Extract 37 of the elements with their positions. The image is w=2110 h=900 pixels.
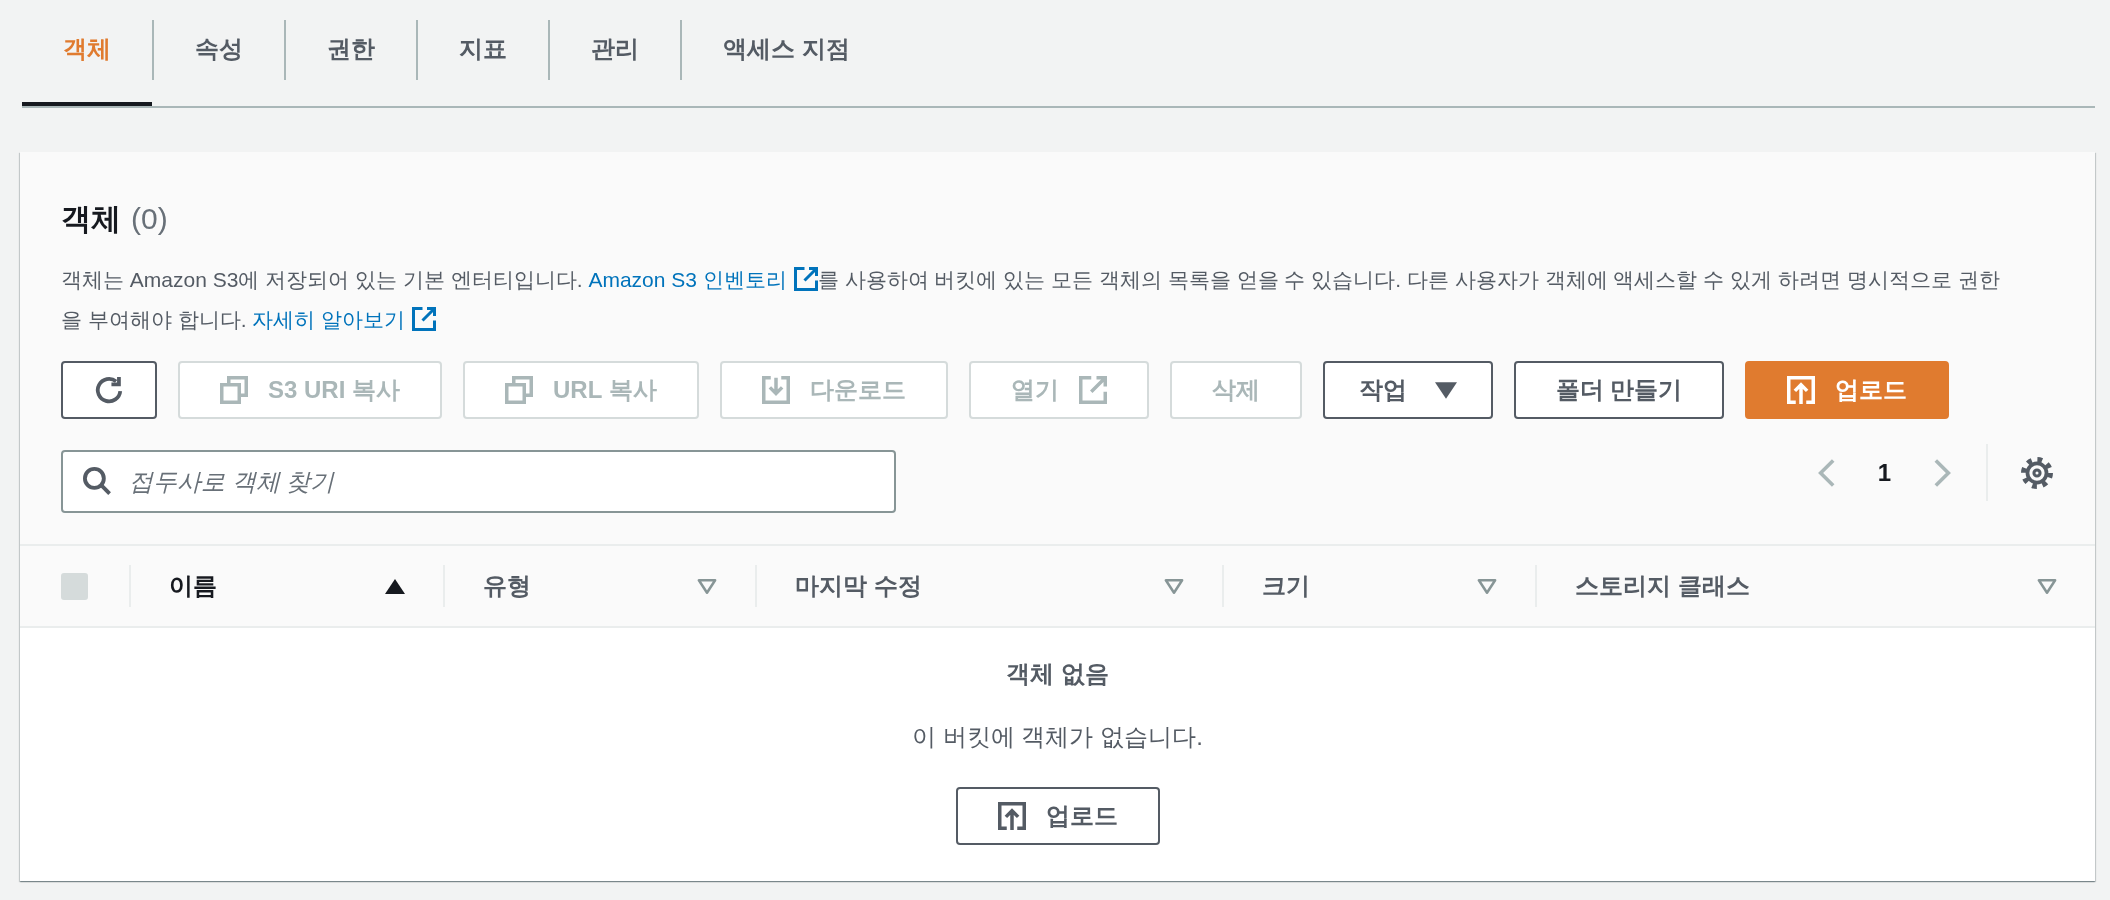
column-header[interactable]: 크기 xyxy=(1224,546,1535,626)
panel-title: 객체 xyxy=(61,201,121,237)
upload-icon xyxy=(1787,376,1816,404)
chevron-left-icon xyxy=(1816,457,1835,488)
inventory-link[interactable]: Amazon S3 인벤토리 xyxy=(588,260,818,300)
search-icon xyxy=(83,467,111,495)
copy-icon xyxy=(505,376,534,404)
copy-icon xyxy=(220,376,248,404)
download-icon xyxy=(761,376,790,404)
column-header[interactable]: 마지막 수정 xyxy=(757,546,1222,626)
tab[interactable]: 권한 xyxy=(286,2,416,106)
chevron-right-icon xyxy=(1934,457,1952,488)
upload-button[interactable]: 업로드 xyxy=(955,787,1160,845)
tab[interactable]: 관리 xyxy=(550,2,680,106)
caret-down-icon xyxy=(1434,381,1457,399)
description-text: 객체는 Amazon S3에 저장되어 있는 기본 엔터티입니다. Amazon S3 인벤토리 를 사용하여 버킷에 있는 모든 객체의 목록을 얻을 수 있습니다. 다른 사용자가 객체에 액세스할 수 있게 하려면 명시적으로 권한을 부여해야 합니다. 자세히 알아보기 xyxy=(61,260,2009,340)
external-link-icon xyxy=(1078,376,1107,404)
tab[interactable]: 속성 xyxy=(154,2,284,106)
tab[interactable]: 액세스 지점 xyxy=(682,2,891,106)
column-header[interactable]: 이름 xyxy=(131,546,443,626)
empty-state-title: 객체 없음 xyxy=(1006,659,1109,689)
actions-dropdown[interactable]: 작업 xyxy=(1322,361,1493,419)
upload-icon xyxy=(997,802,1026,830)
column-header[interactable]: 유형 xyxy=(445,546,755,626)
page-number[interactable]: 1 xyxy=(1869,456,1899,489)
search-field[interactable]: 접두사로 객체 찾기 xyxy=(61,450,896,513)
empty-state-message: 이 버킷에 객체가 없습니다. xyxy=(912,722,1203,752)
refresh-button[interactable] xyxy=(61,361,157,419)
object-count: (0) xyxy=(131,201,168,237)
create-folder-button[interactable]: 폴더 만들기 xyxy=(1513,361,1725,419)
external-link-icon xyxy=(793,267,818,291)
external-link-icon xyxy=(412,307,437,331)
settings-icon[interactable] xyxy=(2020,455,2054,490)
refresh-icon xyxy=(94,375,124,405)
column-header[interactable]: 스토리지 클래스 xyxy=(1537,546,2095,626)
learn-more-link[interactable]: 자세히 알아보기 xyxy=(252,300,437,340)
tab[interactable]: 지표 xyxy=(418,2,548,106)
